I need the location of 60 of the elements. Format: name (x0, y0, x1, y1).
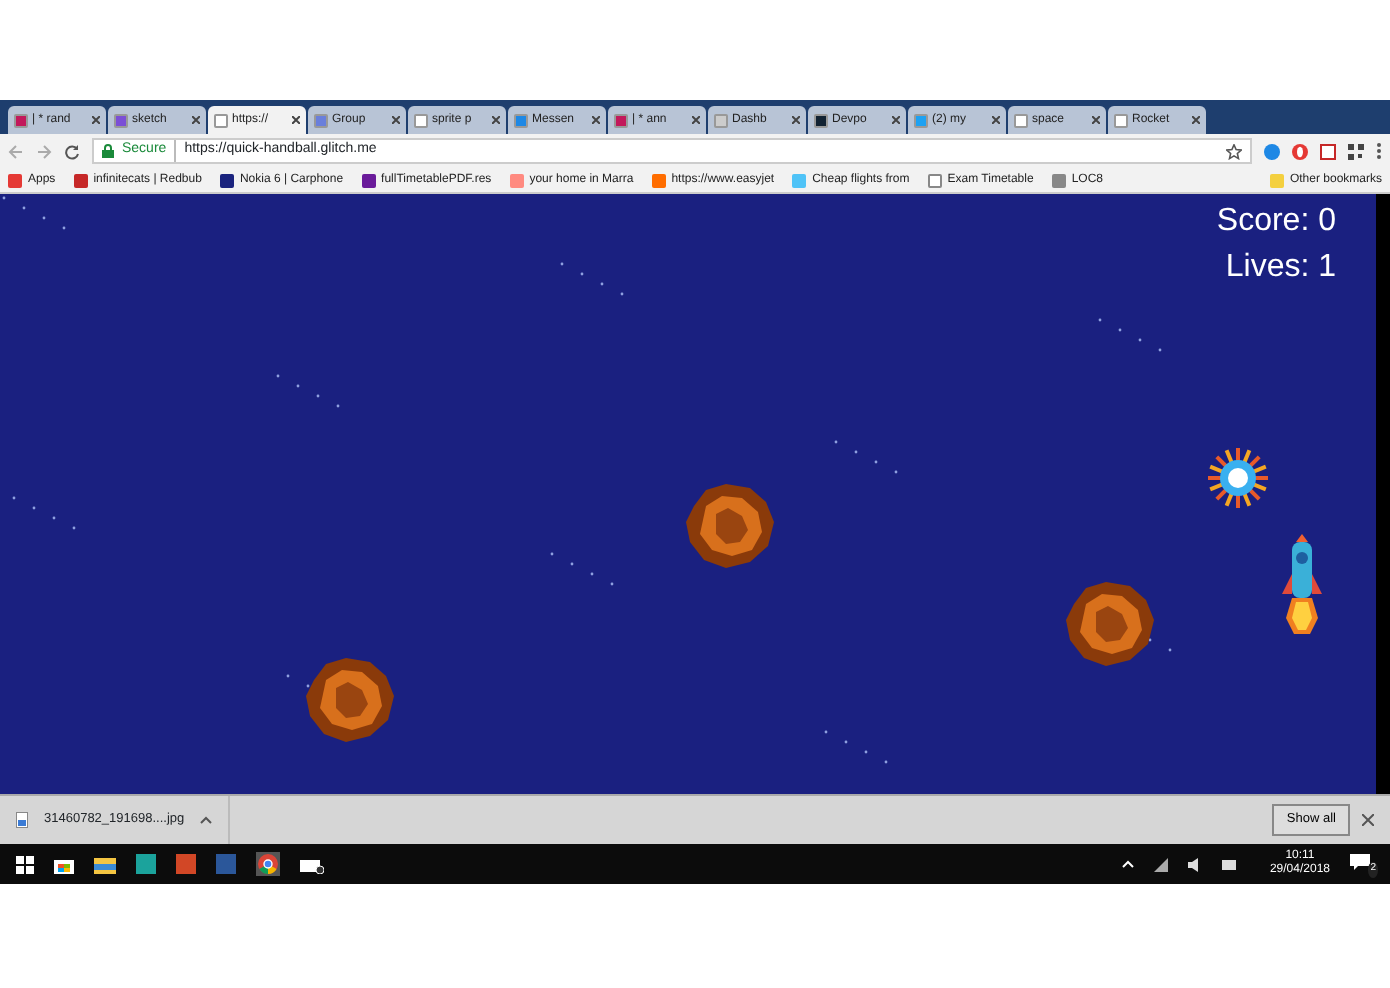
favicon-icon (114, 113, 128, 127)
lock-icon (102, 144, 114, 158)
extension-icon[interactable] (1264, 143, 1280, 159)
explosion-drawing (1206, 446, 1270, 510)
chrome-icon[interactable] (256, 852, 280, 876)
favicon-icon (514, 113, 528, 127)
caret-icon (200, 816, 213, 824)
close-icon[interactable] (692, 116, 700, 124)
menu-icon[interactable] (1376, 142, 1382, 160)
favicon-icon (1051, 173, 1066, 187)
battery-icon[interactable] (1221, 859, 1238, 869)
favicon-icon (73, 173, 88, 187)
favicon-icon (714, 113, 728, 127)
lives-text: Lives: 1 (1225, 252, 1336, 284)
reload-icon[interactable] (64, 143, 80, 159)
favicon-icon (414, 113, 428, 127)
extension-icon[interactable] (1292, 143, 1308, 159)
close-icon[interactable] (1362, 814, 1374, 826)
folder-icon (1269, 173, 1284, 187)
close-icon[interactable] (192, 116, 200, 124)
favicon-icon (1114, 113, 1128, 127)
tray-chevron-icon[interactable] (1121, 860, 1134, 868)
close-icon[interactable] (92, 116, 100, 124)
folder-icon[interactable] (94, 855, 116, 873)
close-icon[interactable] (892, 116, 900, 124)
favicon-icon (927, 173, 942, 187)
favicon-icon (14, 113, 28, 127)
asteroid-drawing (682, 478, 778, 574)
star-icon[interactable] (1226, 143, 1242, 159)
store-bag-icon[interactable] (54, 854, 74, 874)
favicon-icon (651, 173, 666, 187)
extension-icon[interactable] (1320, 143, 1336, 159)
rocket-drawing (1280, 534, 1324, 638)
asteroid-drawing (302, 652, 398, 748)
favicon-icon (792, 173, 807, 187)
favicon-icon (614, 113, 628, 127)
close-icon[interactable] (392, 116, 400, 124)
favicon-icon (914, 113, 928, 127)
favicon-icon (509, 173, 524, 187)
close-icon[interactable] (792, 116, 800, 124)
close-icon[interactable] (292, 116, 300, 124)
favicon-icon (814, 113, 828, 127)
close-icon[interactable] (1092, 116, 1100, 124)
favicon-icon (361, 173, 376, 187)
favicon-icon (214, 113, 228, 127)
favicon-icon (219, 173, 234, 187)
image-file-icon (16, 812, 28, 828)
asteroid-drawing (1062, 576, 1158, 672)
favicon-icon (1014, 113, 1028, 127)
windows-start-icon[interactable] (16, 855, 34, 873)
favicon-icon (314, 113, 328, 127)
favicon-icon (8, 173, 22, 187)
close-icon[interactable] (492, 116, 500, 124)
speaker-icon[interactable] (1187, 857, 1202, 871)
close-icon[interactable] (1192, 116, 1200, 124)
qr-code-icon[interactable] (1348, 143, 1364, 159)
close-icon[interactable] (592, 116, 600, 124)
network-icon[interactable] (1153, 857, 1168, 871)
close-icon[interactable] (992, 116, 1000, 124)
score-text: Score: 0 (1216, 206, 1336, 238)
